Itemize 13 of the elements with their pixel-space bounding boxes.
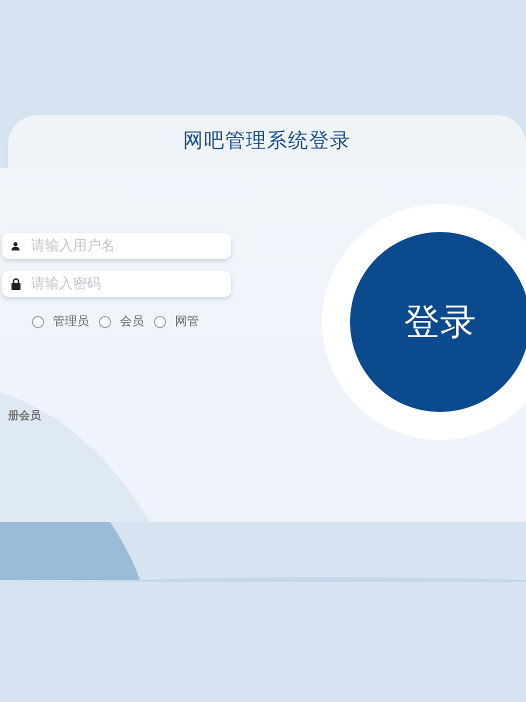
input-field[interactable]: 请输入密码: [2, 271, 231, 297]
radio-label: 会员: [120, 313, 144, 330]
radio-button[interactable]: [154, 316, 166, 328]
register-link[interactable]: 册会员: [8, 408, 41, 423]
lock-icon: [11, 278, 21, 290]
login-button[interactable]: 登录: [350, 232, 526, 412]
radio-label: 网管: [175, 313, 199, 330]
radio-button[interactable]: [99, 316, 111, 328]
radio-label: 管理员: [53, 313, 89, 330]
radio-button[interactable]: [32, 316, 44, 328]
input-field[interactable]: 请输入用户名: [2, 233, 231, 259]
user-icon: [11, 242, 20, 250]
page-title: 网吧管理系统登录: [183, 127, 351, 154]
